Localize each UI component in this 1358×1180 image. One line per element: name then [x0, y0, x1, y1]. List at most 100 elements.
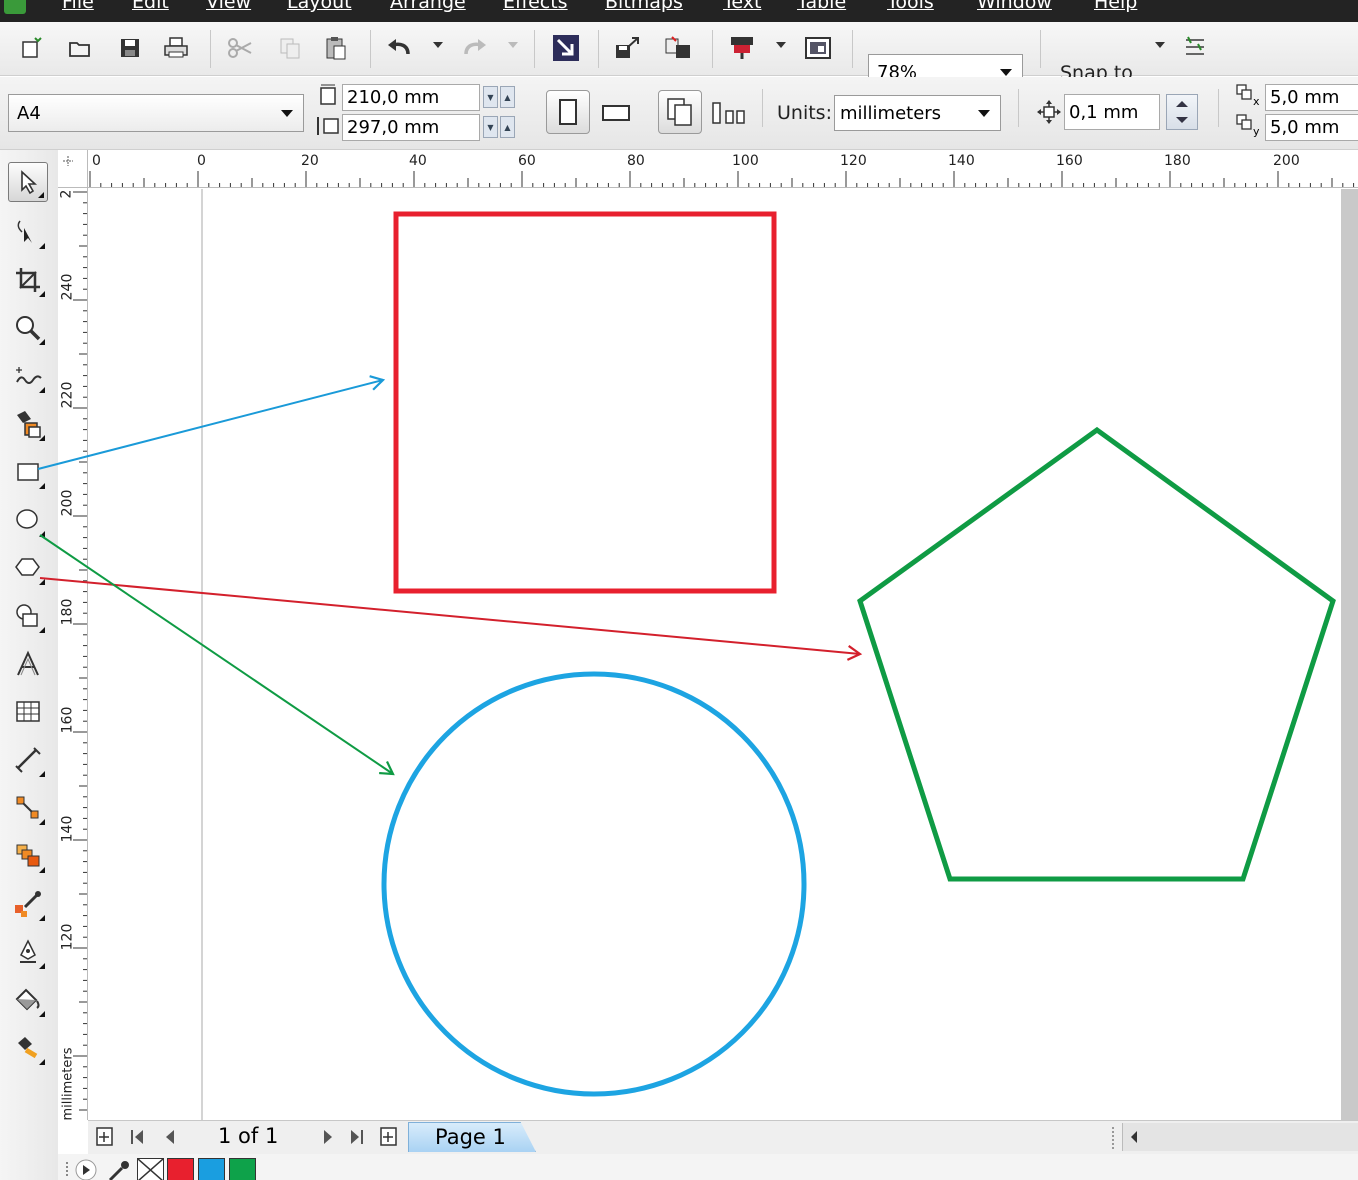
menu-text[interactable]: Text — [723, 0, 761, 13]
vertical-scrollbar[interactable] — [1341, 189, 1358, 1120]
application-launcher-icon[interactable] — [728, 34, 756, 62]
paste-icon[interactable] — [322, 34, 350, 62]
units-select[interactable]: millimeters — [834, 95, 1001, 131]
smart-fill-tool-button[interactable] — [8, 404, 48, 444]
page-height-down-button[interactable]: ▼ — [483, 116, 498, 138]
add-page-after-icon[interactable] — [378, 1125, 400, 1149]
last-page-icon[interactable] — [348, 1127, 366, 1147]
drawing-canvas[interactable] — [89, 189, 1358, 1120]
add-page-before-icon[interactable] — [94, 1125, 116, 1149]
options-icon[interactable] — [1182, 34, 1210, 62]
ruler-origin[interactable] — [58, 150, 88, 188]
application-launcher-dropdown-icon[interactable] — [776, 42, 786, 48]
menu-help[interactable]: Help — [1094, 0, 1137, 13]
import-icon[interactable] — [552, 34, 580, 62]
red-rectangle[interactable] — [393, 211, 777, 594]
save-icon[interactable] — [116, 34, 144, 62]
blue-circle[interactable] — [381, 671, 807, 1097]
scroll-left-icon[interactable] — [1129, 1130, 1139, 1144]
nudge-stepper[interactable] — [1166, 94, 1198, 130]
new-document-icon[interactable] — [18, 34, 46, 62]
duplicate-x-value: 5,0 mm — [1270, 87, 1340, 108]
horizontal-scrollbar[interactable] — [1122, 1123, 1358, 1151]
green-pentagon[interactable] — [857, 426, 1336, 882]
copy-icon[interactable] — [276, 34, 304, 62]
current-page-icon[interactable] — [710, 99, 746, 127]
table-tool-icon — [16, 701, 40, 722]
red-swatch[interactable] — [167, 1158, 194, 1180]
menu-table[interactable]: Table — [797, 0, 846, 13]
duplicate-y-field[interactable]: 5,0 mm — [1265, 114, 1358, 141]
ellipse-tool-icon — [16, 509, 38, 529]
polygon-tool-button[interactable] — [8, 548, 48, 588]
eyedropper-icon[interactable] — [106, 1158, 132, 1180]
undo-icon[interactable] — [386, 34, 414, 62]
open-folder-icon[interactable] — [66, 34, 94, 62]
horizontal-ruler[interactable]: 0 0 20 40 60 80 100 120 140 160 180 200 — [88, 150, 1358, 188]
eyedropper-tool-button[interactable] — [8, 884, 48, 924]
connector-tool-button[interactable] — [8, 788, 48, 828]
pick-tool-button[interactable] — [8, 162, 48, 202]
snap-to-dropdown-icon[interactable] — [1155, 42, 1165, 48]
menu-edit[interactable]: Edit — [132, 0, 169, 13]
first-page-icon[interactable] — [128, 1127, 146, 1147]
menu-layout[interactable]: Layout — [287, 0, 352, 13]
green-swatch[interactable] — [229, 1158, 256, 1180]
h-ruler-label: 120 — [840, 153, 867, 169]
blue-swatch[interactable] — [198, 1158, 225, 1180]
page-width-up-button[interactable]: ▲ — [500, 86, 515, 108]
page-width-down-button[interactable]: ▼ — [483, 86, 498, 108]
blend-tool-button[interactable] — [8, 836, 48, 876]
palette-scroll-icon[interactable] — [72, 1158, 100, 1180]
h-ruler-label: 20 — [301, 153, 319, 169]
menu-view[interactable]: View — [206, 0, 251, 13]
zoom-tool-button[interactable] — [8, 308, 48, 348]
all-pages-button[interactable] — [658, 90, 702, 134]
basic-shapes-tool-button[interactable] — [8, 596, 48, 636]
page-height-field[interactable]: 297,0 mm — [342, 114, 480, 141]
duplicate-x-field[interactable]: 5,0 mm — [1265, 84, 1358, 111]
cut-icon[interactable] — [226, 34, 254, 62]
landscape-icon[interactable] — [600, 101, 632, 125]
menu-tools[interactable]: Tools — [887, 0, 934, 13]
rectangle-tool-button[interactable] — [8, 452, 48, 492]
previous-page-icon[interactable] — [162, 1127, 178, 1147]
fill-tool-button[interactable] — [8, 980, 48, 1020]
h-ruler-label: 60 — [518, 153, 536, 169]
publish-pdf-icon[interactable] — [664, 34, 692, 62]
crop-tool-button[interactable] — [8, 260, 48, 300]
page-tab[interactable]: Page 1 — [408, 1122, 536, 1152]
redo-icon[interactable] — [460, 34, 488, 62]
dimension-tool-button[interactable] — [8, 740, 48, 780]
freehand-tool-button[interactable] — [8, 356, 48, 396]
interactive-fill-tool-button[interactable] — [8, 1028, 48, 1068]
duplicate-x-icon: x — [1236, 84, 1260, 108]
page-size-select[interactable]: A4 — [8, 94, 304, 132]
text-tool-button[interactable] — [8, 644, 48, 684]
menu-bar: File Edit View Layout Arrange Effects Bi… — [0, 0, 1358, 22]
h-ruler-label: 100 — [732, 153, 759, 169]
next-page-icon[interactable] — [320, 1127, 336, 1147]
vertical-ruler[interactable]: 2 240 220 200 180 160 140 120 millimeter… — [58, 188, 88, 1121]
menu-arrange[interactable]: Arrange — [390, 0, 466, 13]
nudge-distance-field[interactable]: 0,1 mm — [1064, 94, 1160, 130]
ellipse-tool-button[interactable] — [8, 500, 48, 540]
undo-dropdown-icon[interactable] — [433, 42, 443, 48]
menu-file[interactable]: File — [62, 0, 94, 13]
print-icon[interactable] — [162, 34, 190, 62]
export-icon[interactable] — [614, 34, 642, 62]
menu-window[interactable]: Window — [977, 0, 1052, 13]
h-ruler-label: 40 — [409, 153, 427, 169]
welcome-screen-icon[interactable] — [804, 34, 832, 62]
scrollbar-splitter[interactable] — [1112, 1127, 1114, 1149]
outline-pen-tool-button[interactable] — [8, 932, 48, 972]
table-tool-button[interactable] — [8, 692, 48, 732]
shape-tool-button[interactable] — [8, 212, 48, 252]
menu-effects[interactable]: Effects — [503, 0, 568, 13]
redo-dropdown-icon[interactable] — [508, 42, 518, 48]
portrait-button[interactable] — [546, 90, 590, 134]
no-fill-swatch[interactable] — [137, 1158, 164, 1180]
page-width-field[interactable]: 210,0 mm — [342, 84, 480, 111]
page-height-up-button[interactable]: ▲ — [500, 116, 515, 138]
menu-bitmaps[interactable]: Bitmaps — [605, 0, 683, 13]
